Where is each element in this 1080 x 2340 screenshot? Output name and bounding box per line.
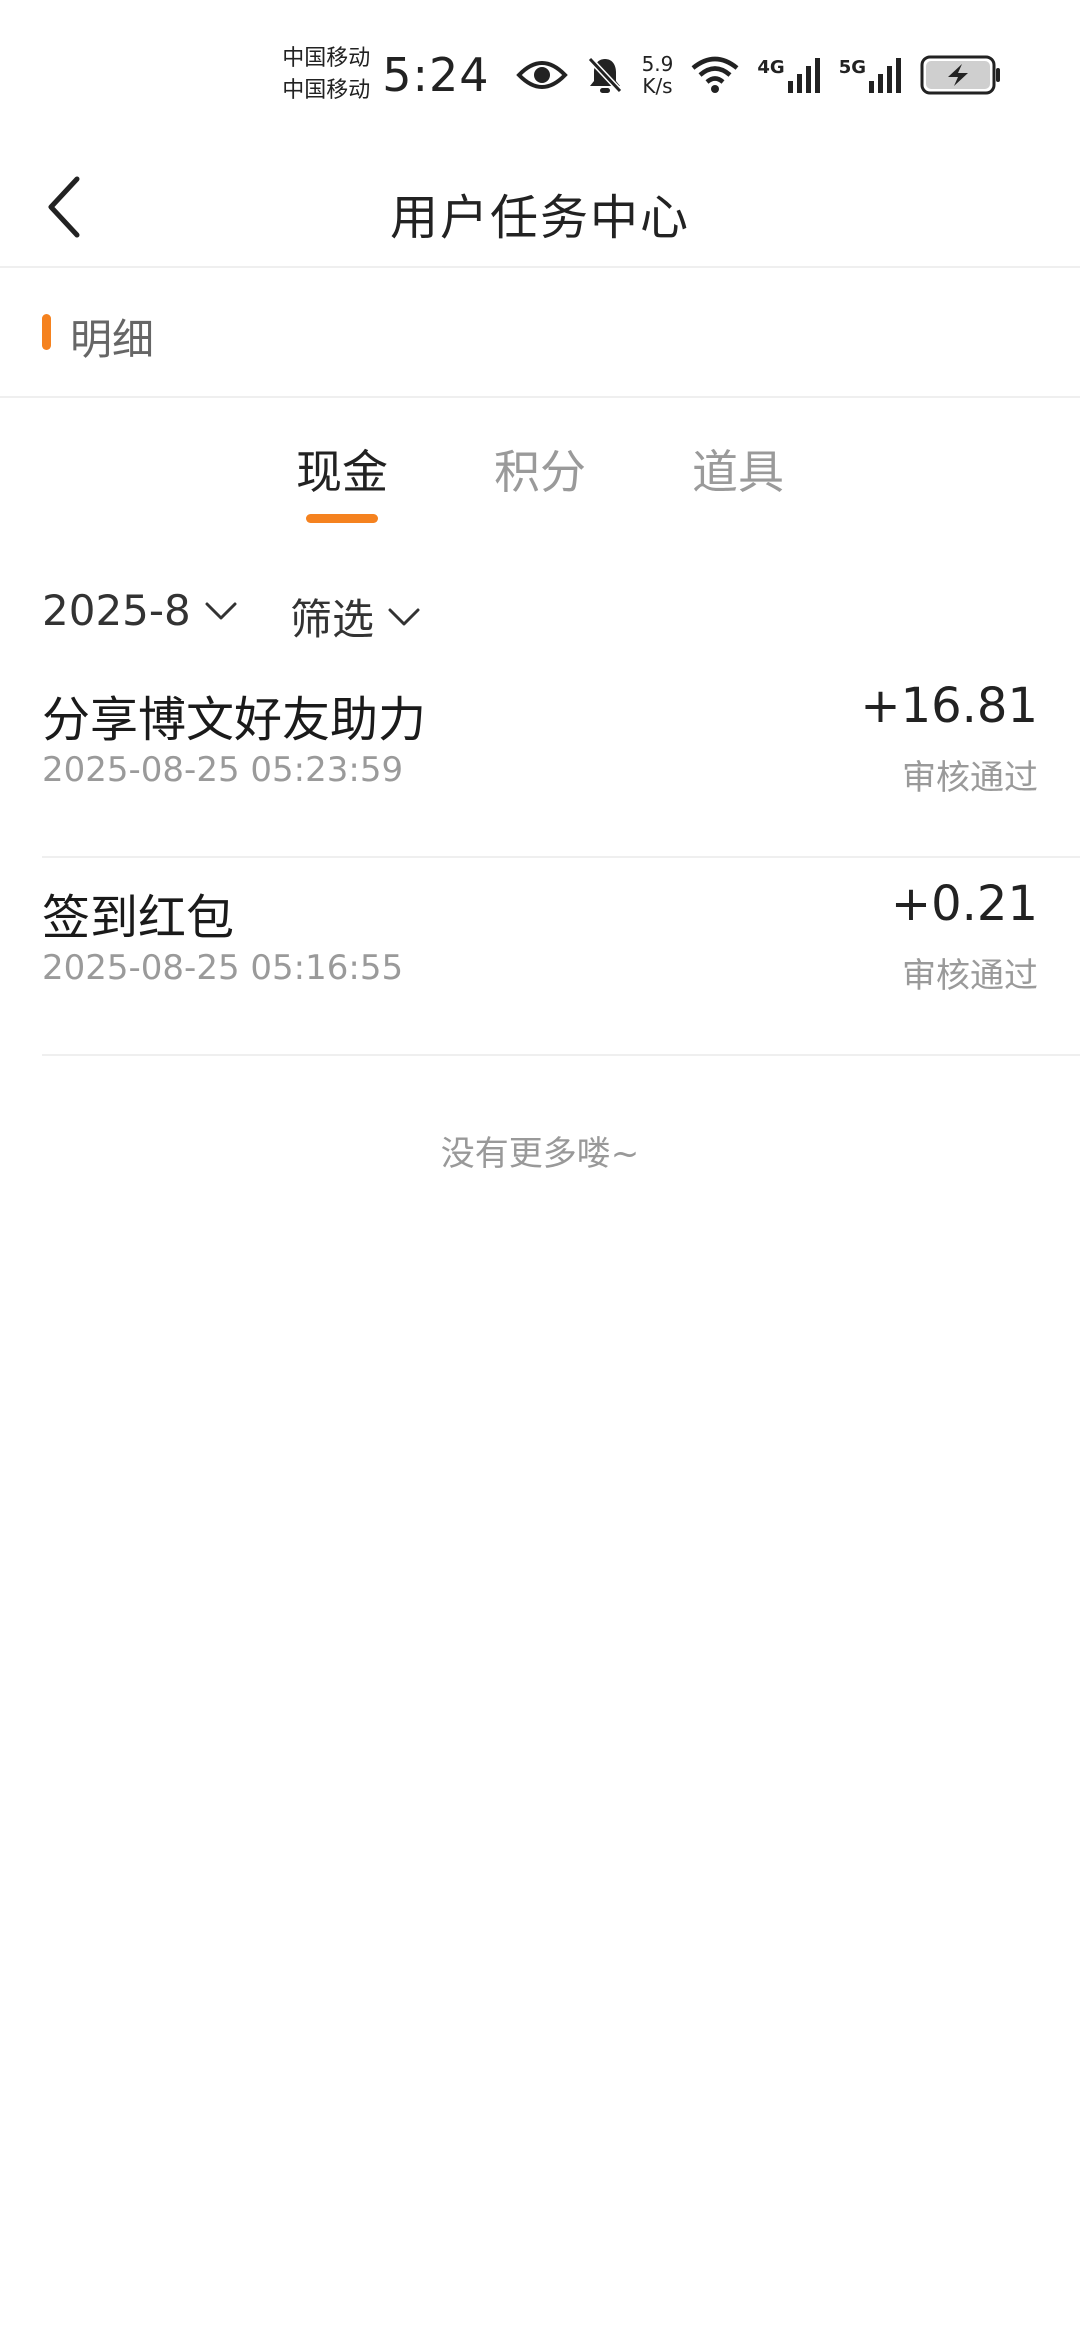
section-header: 明细 — [0, 270, 1080, 398]
battery-charging-icon — [920, 55, 1002, 95]
carrier-1: 中国移动 — [282, 46, 371, 71]
filter-row: 2025-8 筛选 — [0, 580, 1080, 650]
signal-1-tag: 4G — [757, 57, 785, 78]
tab-active-indicator — [306, 514, 378, 523]
page-title: 用户任务中心 — [389, 190, 690, 246]
record-title: 分享博文好友助力 — [42, 692, 427, 748]
record-time: 2025-08-25 05:23:59 — [42, 750, 404, 790]
record-status: 审核通过 — [902, 956, 1038, 996]
tab-cash[interactable]: 现金 — [272, 436, 412, 502]
carrier-2: 中国移动 — [282, 78, 371, 103]
net-speed-value: 5.9 — [641, 52, 674, 76]
signal-2-tag: 5G — [838, 57, 866, 78]
end-of-list-message: 没有更多喽~ — [440, 1134, 640, 1174]
eye-icon — [515, 57, 568, 93]
chevron-down-icon — [205, 602, 237, 619]
month-filter-label: 2025-8 — [42, 586, 191, 635]
tab-props[interactable]: 道具 — [668, 436, 808, 502]
section-title: 明细 — [70, 315, 155, 364]
signal-icon — [787, 58, 820, 93]
record-title: 签到红包 — [42, 890, 235, 946]
net-speed-unit: K/s — [642, 74, 673, 98]
list-item[interactable]: 签到红包 2025-08-25 05:16:55 +0.21 审核通过 — [42, 858, 1080, 1056]
tab-bar: 现金 积分 道具 — [0, 400, 1080, 540]
record-status: 审核通过 — [902, 758, 1038, 798]
net-speed: 5.9 K/s — [642, 53, 674, 97]
clock: 5:24 — [382, 48, 490, 102]
carrier-labels: 中国移动 中国移动 — [282, 43, 370, 107]
section-accent-bar — [42, 314, 51, 350]
signal-2: 5G — [839, 57, 904, 93]
record-time: 2025-08-25 05:16:55 — [42, 948, 404, 988]
tab-points[interactable]: 积分 — [470, 436, 610, 502]
bell-muted-icon — [586, 55, 624, 95]
signal-1: 4G — [757, 57, 822, 93]
month-filter-dropdown[interactable]: 2025-8 — [42, 586, 237, 635]
status-bar: 中国移动 中国移动 5:24 5.9 K/s 4G 5G — [0, 0, 1080, 150]
chevron-down-icon — [388, 608, 420, 625]
signal-icon — [869, 58, 901, 93]
wifi-icon — [691, 56, 739, 94]
type-filter-label: 筛选 — [290, 595, 375, 644]
list-item[interactable]: 分享博文好友助力 2025-08-25 05:23:59 +16.81 审核通过 — [42, 660, 1080, 858]
record-amount: +16.81 — [860, 678, 1038, 734]
record-amount: +0.21 — [890, 876, 1038, 932]
type-filter-dropdown[interactable]: 筛选 — [290, 586, 420, 647]
page-header: 用户任务中心 — [0, 150, 1080, 268]
